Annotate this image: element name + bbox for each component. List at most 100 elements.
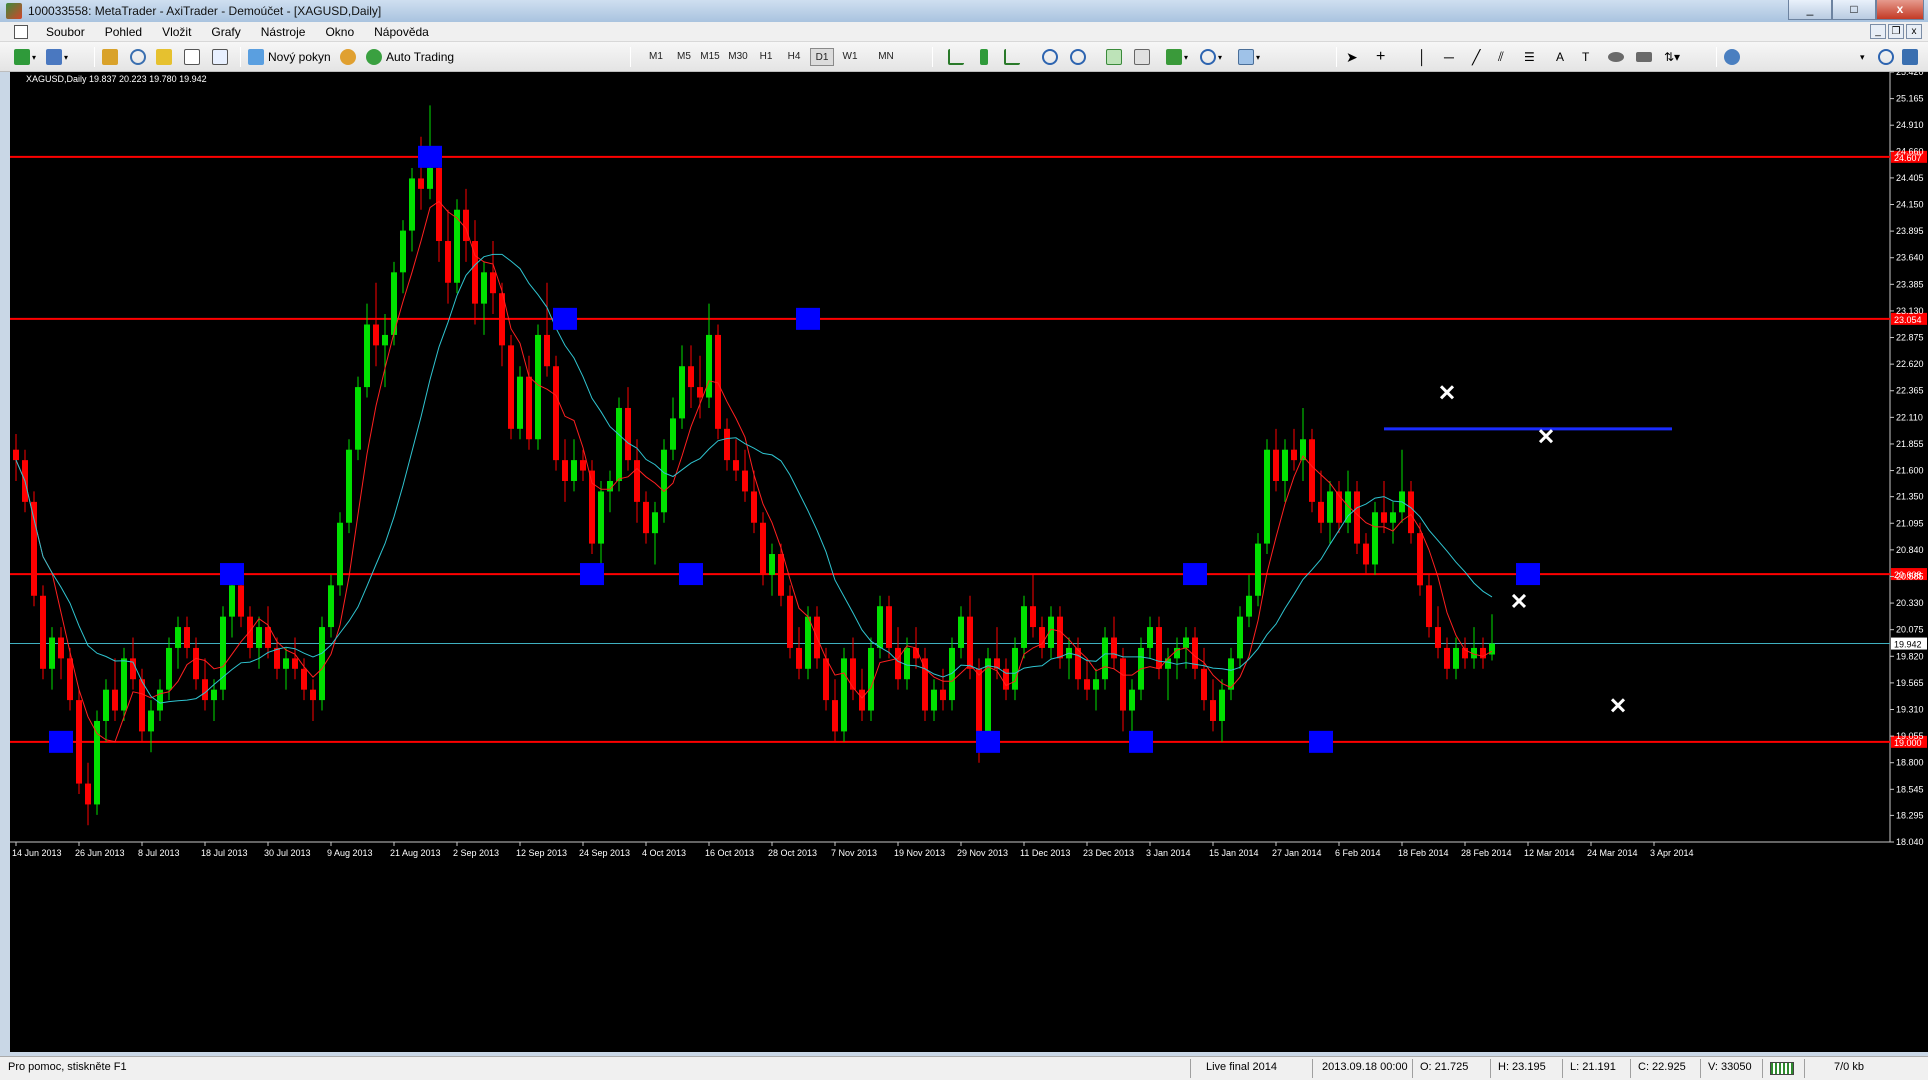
timeframe-w1[interactable]: W1	[838, 48, 862, 66]
candle-body	[1417, 533, 1423, 586]
support-resistance-box	[1309, 730, 1333, 753]
date-axis-label: 18 Jul 2013	[201, 848, 248, 858]
expert-advisors-button[interactable]	[340, 47, 356, 67]
maximize-button[interactable]: □	[1832, 0, 1876, 20]
navigator-button[interactable]	[156, 47, 172, 67]
bar-chart-button[interactable]	[948, 47, 964, 67]
menu-okno[interactable]: Okno	[315, 22, 364, 42]
timeframe-m5[interactable]: M5	[672, 48, 696, 66]
line-chart-icon	[1004, 49, 1020, 65]
candle-body	[1246, 595, 1252, 617]
candle-body	[409, 178, 415, 231]
price-axis-label: 20.585	[1896, 571, 1924, 581]
crosshair-tool-icon: +	[1376, 48, 1386, 65]
rectangle-tool[interactable]	[1636, 47, 1652, 67]
minimize-button[interactable]: _	[1788, 0, 1832, 20]
trendline-tool[interactable]: ╱	[1472, 47, 1480, 67]
market-watch-button[interactable]	[102, 47, 118, 67]
candle-body	[211, 689, 217, 701]
channel-tool[interactable]: ⫽	[1498, 47, 1504, 67]
strategy-tester-button[interactable]	[212, 47, 228, 67]
timeframe-m1[interactable]: M1	[644, 48, 668, 66]
candle-body	[940, 689, 946, 701]
new-chart-icon	[14, 49, 30, 65]
status-traffic: 7/0 kb	[1834, 1061, 1864, 1073]
price-axis-label: 20.075	[1896, 625, 1924, 635]
menu-pohled[interactable]: Pohled	[95, 22, 152, 42]
date-axis-label: 6 Feb 2014	[1335, 848, 1381, 858]
date-axis-label: 26 Jun 2013	[75, 848, 125, 858]
cursor-tool[interactable]: ➤	[1346, 47, 1358, 67]
candle-body	[868, 647, 874, 711]
connection-status-icon[interactable]	[1770, 1062, 1794, 1075]
timeframe-mn[interactable]: MN	[874, 48, 898, 66]
chart-shift-button[interactable]	[1134, 47, 1150, 67]
zoom-out-button[interactable]	[1070, 47, 1086, 67]
auto-scroll-button[interactable]	[1106, 47, 1122, 67]
search-dropdown[interactable]: ▾	[1860, 47, 1865, 67]
timeframe-m15[interactable]: M15	[698, 48, 722, 66]
arrows-tool[interactable]: ⇅▾	[1664, 47, 1680, 67]
price-chart[interactable]: XAGUSD,Daily 19.837 20.223 19.780 19.942…	[10, 72, 1928, 1052]
chart-window-icon[interactable]	[14, 24, 28, 39]
candle-body	[1372, 512, 1378, 565]
close-button[interactable]: x	[1876, 0, 1924, 20]
candlestick-button[interactable]	[976, 47, 988, 67]
chart-close-button[interactable]: x	[1906, 24, 1922, 39]
community-button[interactable]	[1902, 47, 1918, 67]
price-axis-label: 21.855	[1896, 439, 1924, 449]
timeframe-d1[interactable]: D1	[810, 48, 834, 66]
candle-body	[1345, 491, 1351, 523]
profiles-button[interactable]: ▾	[46, 47, 68, 67]
new-chart-button[interactable]: ▾	[14, 47, 36, 67]
chart-minimize-button[interactable]: _	[1870, 24, 1886, 39]
chart-restore-button[interactable]: ❐	[1888, 24, 1904, 39]
ellipse-tool[interactable]	[1608, 47, 1624, 67]
candle-body	[40, 595, 46, 669]
line-chart-button[interactable]	[1004, 47, 1020, 67]
text-label-tool-label: T	[1582, 50, 1590, 64]
periods-button[interactable]: ▾	[1200, 47, 1222, 67]
candle-body	[535, 334, 541, 440]
candle-body	[931, 689, 937, 711]
indicators-button[interactable]: ▾	[1166, 47, 1188, 67]
candle-body	[796, 647, 802, 669]
menu-napoveda[interactable]: Nápověda	[364, 22, 439, 42]
data-window-button[interactable]	[130, 47, 146, 67]
settings-button[interactable]	[1724, 47, 1740, 67]
zoom-in-button[interactable]	[1042, 47, 1058, 67]
candle-body	[166, 647, 172, 690]
candle-body	[400, 230, 406, 273]
menu-vlozit[interactable]: Vložit	[152, 22, 201, 42]
text-label-tool[interactable]: T	[1582, 47, 1589, 67]
templates-button[interactable]: ▾	[1238, 47, 1260, 67]
vertical-line-tool[interactable]: │	[1418, 47, 1427, 67]
price-axis-label: 23.385	[1896, 279, 1924, 289]
timeframe-h1[interactable]: H1	[754, 48, 778, 66]
search-button[interactable]	[1878, 47, 1894, 67]
timeframe-h4[interactable]: H4	[782, 48, 806, 66]
price-axis-label: 22.365	[1896, 386, 1924, 396]
text-tool[interactable]: A	[1556, 47, 1564, 67]
candle-body	[571, 460, 577, 481]
candle-body	[733, 460, 739, 471]
new-order-button[interactable]: Nový pokyn	[248, 47, 331, 67]
timeframe-m30[interactable]: M30	[726, 48, 750, 66]
candle-body	[121, 658, 127, 711]
menu-bar: Soubor Pohled Vložit Grafy Nástroje Okno…	[0, 22, 1928, 42]
auto-trading-button[interactable]: Auto Trading	[366, 47, 454, 67]
menu-grafy[interactable]: Grafy	[201, 22, 250, 42]
horizontal-line-tool[interactable]: ─	[1444, 47, 1454, 67]
fibonacci-tool[interactable]: ☰	[1524, 47, 1535, 67]
menu-soubor[interactable]: Soubor	[36, 22, 95, 42]
terminal-icon	[184, 49, 200, 65]
candle-body	[1318, 501, 1324, 523]
price-axis-label: 19.565	[1896, 678, 1924, 688]
candle-body	[256, 627, 262, 648]
search-icon	[1878, 49, 1894, 65]
terminal-button[interactable]	[184, 47, 200, 67]
crosshair-tool[interactable]: +	[1376, 47, 1385, 67]
price-axis-label: 18.295	[1896, 810, 1924, 820]
support-resistance-box	[580, 563, 604, 586]
menu-nastroje[interactable]: Nástroje	[251, 22, 316, 42]
